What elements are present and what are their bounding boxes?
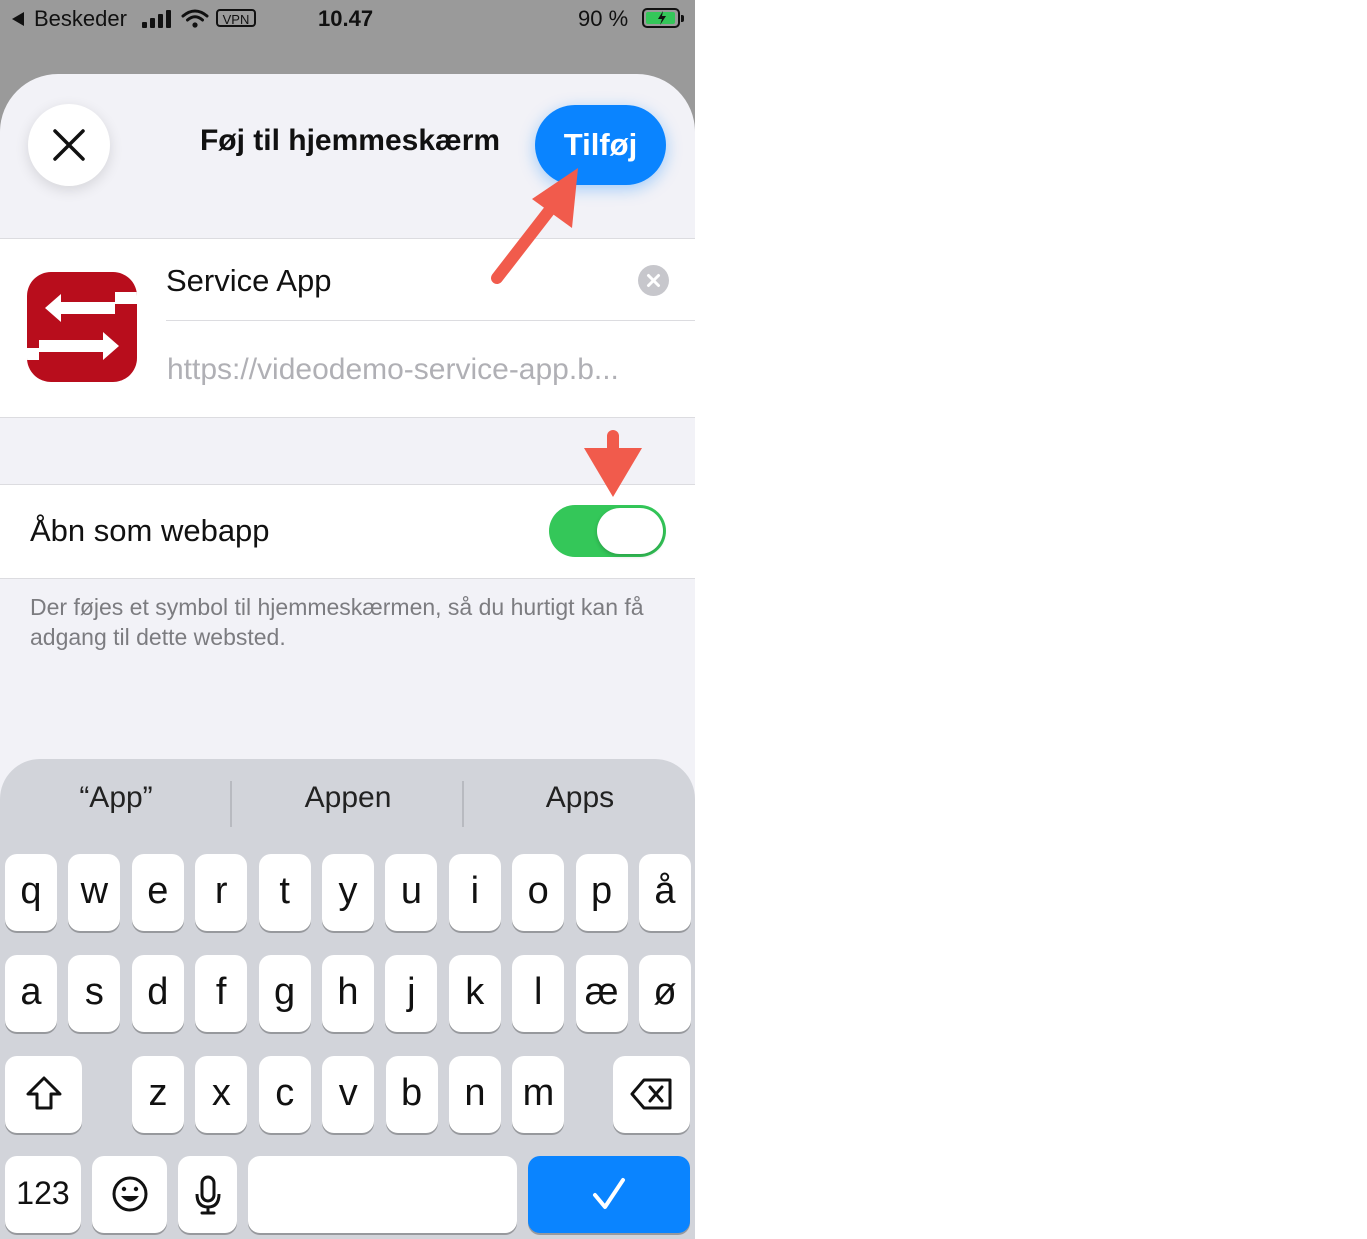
key-m[interactable]: m: [512, 1056, 565, 1133]
webapp-toggle-switch[interactable]: [549, 505, 666, 557]
battery-percent: 90 %: [578, 6, 629, 31]
vpn-badge: VPN: [216, 9, 256, 27]
webapp-toggle-row: Åbn som webapp: [0, 484, 695, 579]
key-g[interactable]: g: [258, 955, 311, 1032]
clear-name-button[interactable]: [638, 265, 669, 296]
key-x[interactable]: x: [195, 1056, 248, 1133]
emoji-key[interactable]: [92, 1156, 167, 1233]
shift-icon: [26, 1076, 61, 1110]
microphone-icon: [195, 1175, 220, 1215]
key-a[interactable]: a: [5, 955, 57, 1032]
toggle-knob: [597, 508, 663, 554]
divider: [166, 320, 695, 321]
webapp-toggle-label: Åbn som webapp: [30, 513, 270, 548]
close-button[interactable]: [28, 104, 110, 186]
key-r[interactable]: r: [195, 854, 248, 931]
key-æ[interactable]: æ: [575, 955, 628, 1032]
key-j[interactable]: j: [385, 955, 438, 1032]
key-p[interactable]: p: [575, 854, 628, 931]
key-l[interactable]: l: [512, 955, 565, 1032]
checkmark-icon: [593, 1178, 625, 1209]
key-q[interactable]: q: [5, 854, 57, 931]
key-y[interactable]: y: [322, 854, 374, 931]
status-bar: Beskeder VPN 10.47 90 %: [0, 0, 695, 40]
key-c[interactable]: c: [258, 1056, 311, 1133]
phone-screen: Beskeder VPN 10.47 90 % Føj til hjemmesk…: [0, 0, 695, 1239]
back-icon[interactable]: [12, 12, 24, 26]
key-ø[interactable]: ø: [639, 955, 691, 1032]
app-url: https://videodemo-service-app.b...: [167, 353, 619, 386]
key-k[interactable]: k: [448, 955, 501, 1032]
clock: 10.47: [318, 6, 374, 31]
key-b[interactable]: b: [385, 1056, 438, 1133]
wifi-icon: [181, 9, 209, 28]
key-e[interactable]: e: [131, 854, 184, 931]
key-w[interactable]: w: [68, 854, 121, 931]
space-key[interactable]: [248, 1156, 517, 1233]
back-app-label[interactable]: Beskeder: [34, 6, 127, 32]
keyboard: “App” Appen Apps qwertyuiopå asdfghjklæø…: [0, 759, 695, 1239]
app-icon: [27, 272, 137, 382]
key-f[interactable]: f: [195, 955, 248, 1032]
key-s[interactable]: s: [68, 955, 121, 1032]
app-card: https://videodemo-service-app.b...: [0, 238, 695, 418]
emoji-icon: [112, 1176, 147, 1212]
key-z[interactable]: z: [132, 1056, 184, 1133]
done-key[interactable]: [528, 1156, 690, 1233]
key-t[interactable]: t: [258, 854, 311, 931]
numbers-key[interactable]: 123: [5, 1156, 81, 1233]
key-u[interactable]: u: [385, 854, 438, 931]
backspace-icon: [630, 1078, 671, 1110]
close-icon: [53, 129, 85, 161]
shift-key[interactable]: [5, 1056, 82, 1133]
key-i[interactable]: i: [448, 854, 501, 931]
suggestion-1[interactable]: “App”: [0, 781, 232, 815]
sheet-title: Føj til hjemmeskærm: [199, 124, 501, 157]
suggestion-3[interactable]: Apps: [464, 781, 695, 815]
key-v[interactable]: v: [322, 1056, 375, 1133]
signal-icon: [142, 10, 172, 28]
backspace-key[interactable]: [613, 1056, 690, 1133]
key-å[interactable]: å: [639, 854, 691, 931]
key-n[interactable]: n: [449, 1056, 501, 1133]
key-o[interactable]: o: [512, 854, 565, 931]
clear-icon: [647, 274, 660, 287]
add-button[interactable]: Tilføj: [535, 105, 666, 185]
app-name-input[interactable]: [166, 259, 626, 303]
suggestion-2[interactable]: Appen: [232, 781, 464, 815]
battery-icon: [642, 8, 684, 28]
key-h[interactable]: h: [322, 955, 374, 1032]
key-d[interactable]: d: [131, 955, 184, 1032]
microphone-key[interactable]: [178, 1156, 237, 1233]
footer-note: Der føjes et symbol til hjemmeskærmen, s…: [30, 594, 644, 650]
